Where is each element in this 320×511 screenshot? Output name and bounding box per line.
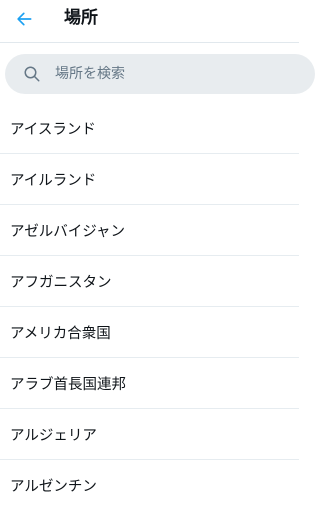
search-input[interactable] [55,54,295,94]
list-item-label: アラブ首長国連邦 [10,376,126,393]
list-item-label: アゼルバイジャン [10,223,125,240]
list-item-label: アイルランド [10,172,97,189]
search-bar[interactable] [5,54,315,94]
page-title: 場所 [64,8,98,28]
header: 場所 [0,0,299,43]
search-icon [24,66,40,82]
arrow-left-icon [17,12,32,26]
back-button[interactable] [9,5,39,33]
list-item-label: アルゼンチン [10,479,97,495]
list-item[interactable]: アイスランド [0,103,299,154]
list-item[interactable]: アフガニスタン [0,256,299,307]
list-item-label: アルジェリア [10,427,97,444]
list-item[interactable]: アルジェリア [0,409,299,460]
list-item[interactable]: アルゼンチン [0,460,299,511]
list-item-label: アイスランド [10,121,96,138]
list-item[interactable]: アゼルバイジャン [0,205,299,256]
list-item[interactable]: アメリカ合衆国 [0,307,299,358]
location-list: アイスランド アイルランド アゼルバイジャン アフガニスタン アメリカ合衆国 ア… [0,103,299,511]
list-item[interactable]: アイルランド [0,154,299,205]
list-item-label: アフガニスタン [10,274,112,291]
list-item-label: アメリカ合衆国 [10,325,111,342]
list-item[interactable]: アラブ首長国連邦 [0,358,299,409]
